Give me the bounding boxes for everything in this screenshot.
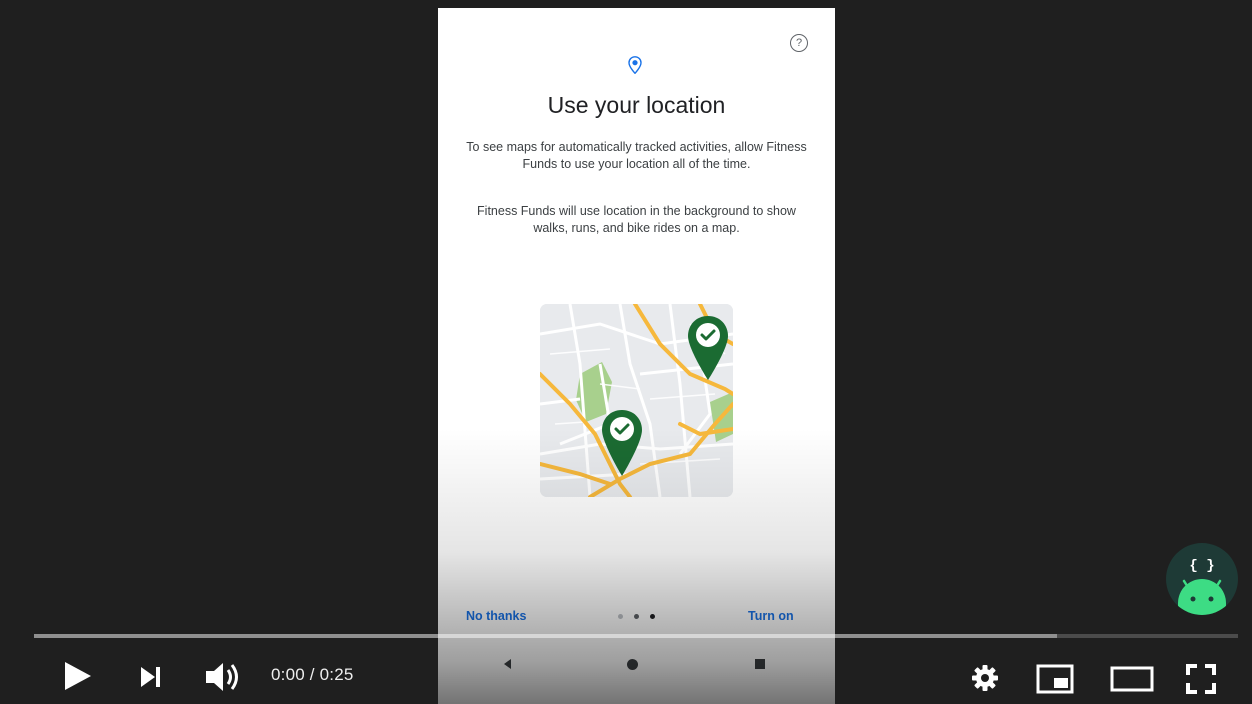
time-display: 0:00 / 0:25 — [271, 665, 354, 684]
volume-icon[interactable] — [204, 660, 244, 694]
home-icon[interactable] — [627, 659, 638, 670]
no-thanks-button[interactable]: No thanks — [466, 609, 526, 623]
page-dot-active — [650, 614, 655, 619]
map-illustration — [540, 304, 733, 497]
settings-icon[interactable] — [971, 664, 999, 692]
play-icon[interactable] — [60, 659, 94, 693]
back-icon[interactable] — [504, 659, 511, 669]
location-pin-icon — [628, 56, 642, 74]
video-player[interactable]: ? Use your location To see maps for auto… — [0, 0, 1252, 704]
turn-on-button[interactable]: Turn on — [748, 609, 794, 623]
channel-badge-text: { } — [1189, 558, 1214, 574]
recents-icon[interactable] — [755, 659, 765, 669]
background-location-description: Fitness Funds will use location in the b… — [477, 204, 796, 235]
help-icon[interactable]: ? — [790, 34, 808, 52]
fullscreen-icon[interactable] — [1186, 664, 1216, 694]
page-dot — [618, 614, 623, 619]
page-dot — [634, 614, 639, 619]
location-description: To see maps for automatically tracked ac… — [466, 140, 807, 171]
page-title: Use your location — [547, 92, 726, 118]
theater-mode-icon[interactable] — [1110, 665, 1154, 693]
android-nav-bar — [438, 654, 835, 684]
progress-bar[interactable] — [34, 634, 1238, 638]
miniplayer-icon[interactable] — [1036, 663, 1074, 695]
next-icon[interactable] — [138, 664, 164, 690]
channel-watermark[interactable]: { } — [1166, 543, 1238, 615]
phone-screen: ? Use your location To see maps for auto… — [438, 8, 835, 704]
progress-buffered — [34, 634, 1058, 638]
page-indicator — [618, 614, 662, 620]
